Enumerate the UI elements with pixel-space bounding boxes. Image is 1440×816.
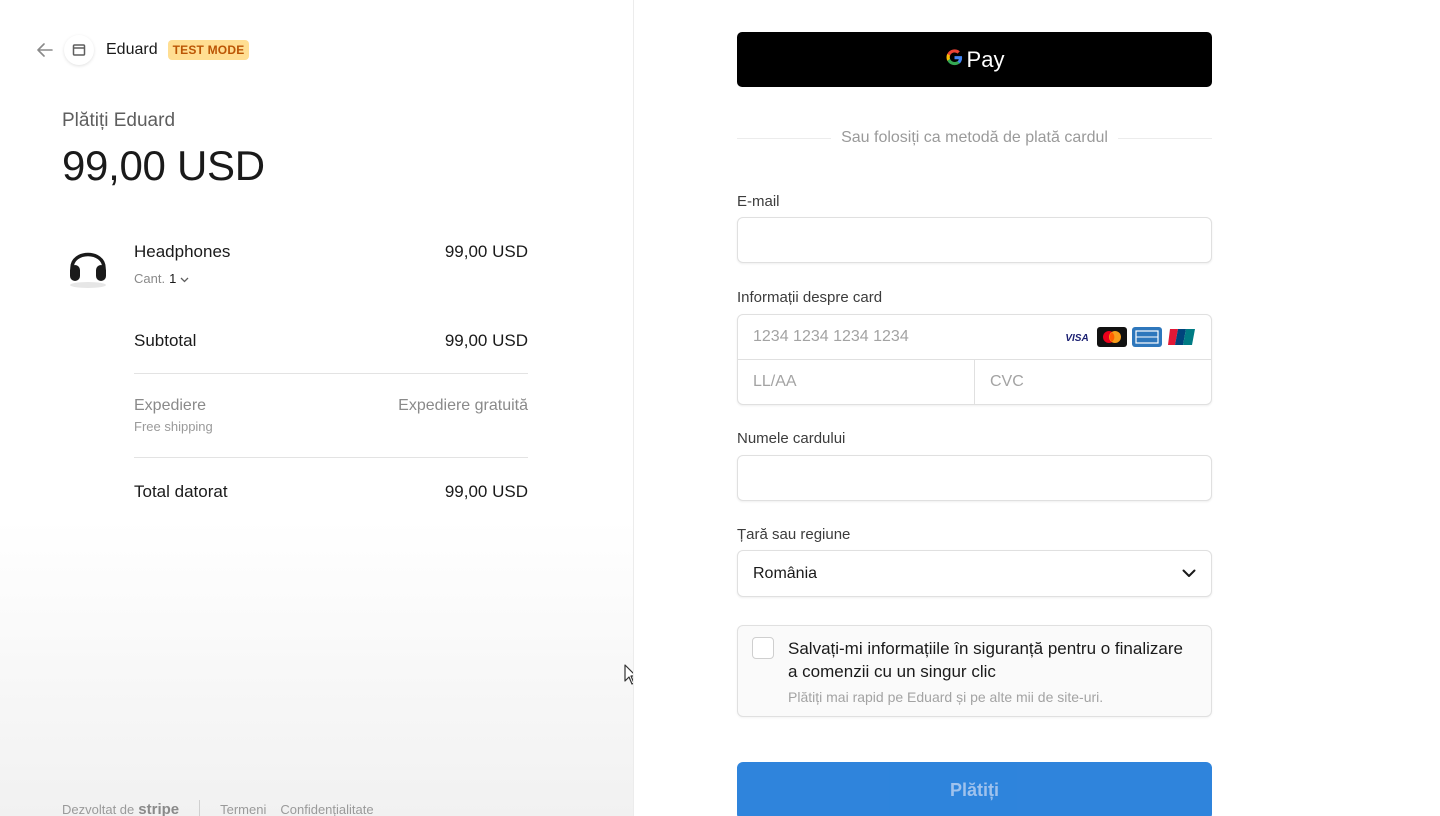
- email-label: E-mail: [737, 193, 780, 210]
- card-cvc-input[interactable]: [975, 360, 1211, 404]
- email-field[interactable]: [737, 217, 1212, 263]
- headphones-icon: [64, 238, 112, 290]
- country-label: Țară sau regiune: [737, 526, 851, 543]
- country-select[interactable]: România: [737, 550, 1212, 597]
- total-amount: 99,00 USD: [62, 142, 265, 189]
- chevron-down-icon: [1182, 565, 1196, 583]
- terms-link[interactable]: Termeni: [220, 802, 266, 816]
- or-text: Sau folosiți ca metodă de plată cardul: [841, 129, 1108, 146]
- total-due-value: 99,00 USD: [444, 482, 528, 501]
- or-divider: Sau folosiți ca metodă de plată cardul: [737, 126, 1213, 150]
- stripe-logo[interactable]: stripe: [138, 801, 179, 816]
- cardholder-name-field[interactable]: [737, 455, 1212, 501]
- item-price: 99,00 USD: [444, 242, 528, 261]
- or-line-right: [1117, 137, 1213, 139]
- pay-to-label: Plătiți Eduard: [62, 110, 176, 131]
- gpay-label: Pay: [966, 46, 1005, 72]
- privacy-link[interactable]: Confidențialitate: [280, 802, 373, 816]
- quantity-label: Cant.: [134, 271, 166, 286]
- subtotal-label: Subtotal: [134, 331, 197, 350]
- save-info-checkbox[interactable]: [752, 637, 774, 659]
- visa-icon: VISA: [1062, 327, 1092, 347]
- store-icon: [64, 35, 94, 65]
- card-expiry-input[interactable]: [738, 360, 975, 404]
- subtotal-value: 99,00 USD: [444, 331, 528, 350]
- country-value: România: [753, 564, 818, 582]
- save-info-box: Salvați-mi informațiile în siguranță pen…: [737, 625, 1212, 717]
- quantity-value: 1: [169, 271, 177, 286]
- pay-button[interactable]: Plătiți: [737, 762, 1212, 816]
- svg-text:VISA: VISA: [1065, 333, 1088, 344]
- amex-icon: [1132, 327, 1162, 347]
- divider: [134, 373, 528, 374]
- divider: [134, 457, 528, 458]
- save-info-title: Salvați-mi informațiile în siguranță pen…: [788, 639, 1183, 681]
- shipping-value: Expediere gratuită: [398, 397, 528, 414]
- unionpay-icon: [1167, 327, 1197, 347]
- payment-form-panel: Pay Sau folosiți ca metodă de plată card…: [634, 0, 1440, 816]
- google-pay-button[interactable]: Pay: [737, 32, 1212, 87]
- footer-separator: [199, 800, 201, 816]
- save-info-subtitle: Plătiți mai rapid pe Eduard și pe alte m…: [788, 689, 1104, 705]
- order-summary-panel: Eduard TEST MODE Plătiți Eduard 99,00 US…: [0, 0, 637, 816]
- cardholder-name-label: Numele cardului: [737, 430, 846, 447]
- chevron-down-icon: [180, 271, 189, 286]
- shipping-sublabel: Free shipping: [134, 419, 213, 434]
- test-mode-badge: TEST MODE: [167, 40, 250, 60]
- footer: Dezvoltat de stripe Termeni Confidențial…: [62, 800, 388, 816]
- shipping-label: Expediere: [134, 397, 207, 414]
- quantity-selector[interactable]: Cant. 1: [134, 271, 189, 286]
- mastercard-icon: [1097, 327, 1127, 347]
- card-input-group: VISA: [737, 314, 1212, 405]
- merchant-name: Eduard: [106, 41, 158, 58]
- or-line-left: [737, 137, 832, 139]
- card-brands: VISA: [1062, 327, 1197, 347]
- item-name: Headphones: [134, 242, 231, 261]
- header-row: Eduard TEST MODE: [34, 35, 250, 65]
- powered-by-text: Dezvoltat de: [62, 801, 135, 816]
- google-g-icon: [945, 48, 964, 72]
- card-info-label: Informații despre card: [737, 289, 883, 306]
- total-due-label: Total datorat: [134, 482, 228, 501]
- back-arrow-icon[interactable]: [34, 39, 56, 61]
